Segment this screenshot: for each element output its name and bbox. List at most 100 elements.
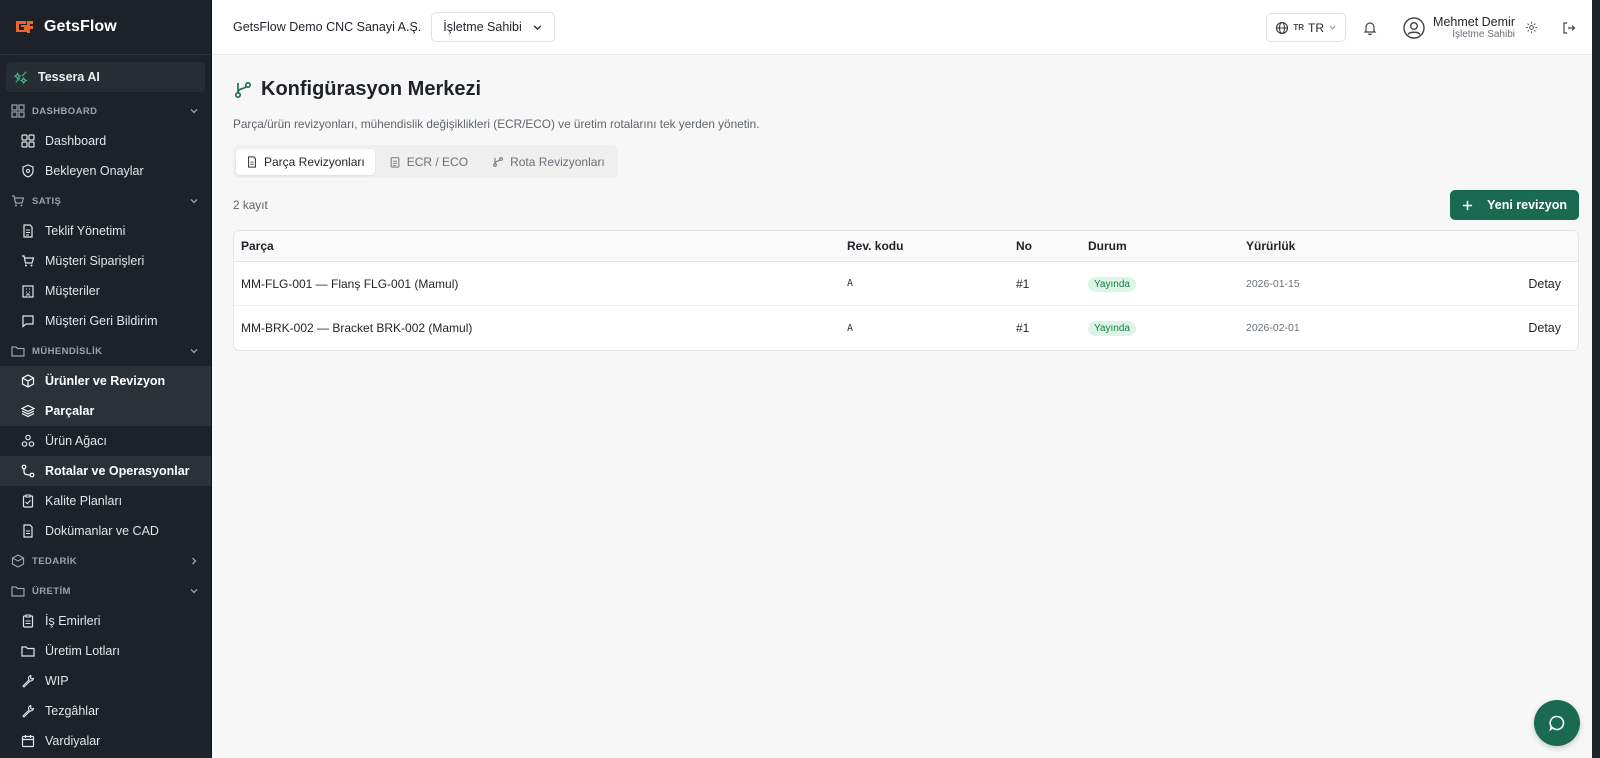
language-code: TR [1308,20,1325,35]
user-menu[interactable]: Mehmet Demir İşletme Sahibi [1403,15,1515,41]
section-procurement[interactable]: TEDARİK [0,546,211,576]
table-row[interactable]: MM-BRK-002 — Bracket BRK-002 (Mamul) A #… [234,306,1578,350]
tab-bar: Parça Revizyonları ECR / ECO Rota Revizy… [233,145,618,178]
sidebar-item-label: İş Emirleri [45,614,101,628]
clipboard-icon [21,614,35,628]
role-select[interactable]: İşletme Sahibi [431,12,555,42]
section-engineering[interactable]: MÜHENDİSLİK [0,336,211,366]
sidebar-item-label: Müşteri Siparişleri [45,254,145,268]
sidebar-item-label: Vardiyalar [45,734,101,748]
column-header-effective[interactable]: Yürürlük [1246,239,1446,253]
tab-part-revisions[interactable]: Parça Revizyonları [236,148,375,175]
sidebar-item-documents[interactable]: Dokümanlar ve CAD [0,516,211,546]
building-icon [21,284,35,298]
table-row[interactable]: MM-FLG-001 — Flanş FLG-001 (Mamul) A #1 … [234,262,1578,306]
sidebar-item-label: Müşteri Geri Bildirim [45,314,158,328]
role-select-value: İşletme Sahibi [443,20,522,34]
route-icon [21,464,35,478]
company-name: GetsFlow Demo CNC Sanayi A.Ş. [233,20,422,34]
sidebar-item-parts[interactable]: Parçalar [0,396,211,426]
cart-icon [11,194,25,208]
sparkle-icon [14,70,28,84]
sidebar-item-work-orders[interactable]: İş Emirleri [0,606,211,636]
sidebar-item-dashboard[interactable]: Dashboard [0,126,211,156]
chevron-right-icon [192,557,197,565]
sidebar-item-label: WIP [45,674,69,688]
page-title: Konfigürasyon Merkezi [261,78,482,100]
section-label: ÜRETİM [32,585,71,597]
detail-link[interactable]: Detay [1528,277,1561,291]
sidebar-item-customer-orders[interactable]: Müşteri Siparişleri [0,246,211,276]
sidebar-item-pending-approvals[interactable]: Bekleyen Onaylar [0,156,211,186]
box-icon [11,554,25,568]
document-icon [21,224,35,238]
section-production[interactable]: ÜRETİM [0,576,211,606]
top-header: GetsFlow Demo CNC Sanayi A.Ş. İşletme Sa… [212,0,1600,55]
header-actions: TR TR Mehmet Demir İşletme Sahibi [1266,0,1600,55]
logout-icon[interactable] [1562,21,1576,35]
bell-icon[interactable] [1362,20,1378,36]
brand[interactable]: GetsFlow [0,0,211,55]
tab-ecr-eco[interactable]: ECR / ECO [379,149,478,175]
wrench-icon [21,674,35,688]
gear-icon[interactable] [1525,21,1538,34]
page-header: Konfigürasyon Merkezi [233,78,481,101]
chat-icon [1549,715,1565,732]
section-sales[interactable]: SATIŞ [0,186,211,216]
sidebar-item-label: Kalite Planları [45,494,123,508]
language-flag-code: TR [1293,23,1305,32]
file-icon [21,524,35,538]
cell-no: #1 [1016,321,1030,335]
sidebar-item-customers[interactable]: Müşteriler [0,276,211,306]
section-dashboard[interactable]: DASHBOARD [0,96,211,126]
section-label: SATIŞ [32,195,62,207]
sidebar-item-label: Teklif Yönetimi [45,224,126,238]
sidebar-item-routes[interactable]: Rotalar ve Operasyonlar [0,456,211,486]
new-revision-label: Yeni revizyon [1487,198,1567,212]
calendar-icon [21,734,35,748]
sidebar-item-machines[interactable]: Tezgâhlar [0,696,211,726]
sidebar-item-quality-plans[interactable]: Kalite Planları [0,486,211,516]
tessera-ai-label: Tessera AI [38,70,100,84]
cell-effective-date: 2026-01-15 [1246,277,1300,290]
tab-label: ECR / ECO [406,154,469,169]
chevron-down-icon [190,109,198,114]
sidebar-item-quotes[interactable]: Teklif Yönetimi [0,216,211,246]
sidebar-item-wip[interactable]: WIP [0,666,211,696]
sidebar-item-production-lots[interactable]: Üretim Lotları [0,636,211,666]
sidebar-item-label: Rotalar ve Operasyonlar [45,464,190,478]
detail-link[interactable]: Detay [1528,321,1561,335]
sidebar-item-feedback[interactable]: Müşteri Geri Bildirim [0,306,211,336]
tab-label: Parça Revizyonları [264,154,365,169]
document-icon [248,155,256,168]
sidebar-item-shifts[interactable]: Vardiyalar [0,726,211,756]
page-subtitle: Parça/ürün revizyonları, mühendislik değ… [233,117,760,131]
globe-icon [1276,21,1289,34]
cell-part: MM-FLG-001 — Flanş FLG-001 (Mamul) [241,276,459,291]
git-branch-icon [234,81,252,98]
brand-logo-icon [16,21,33,33]
tessera-ai-button[interactable]: Tessera AI [6,62,205,92]
column-header-status[interactable]: Durum [1088,239,1246,253]
user-name: Mehmet Demir [1433,14,1515,29]
sidebar-item-label: Üretim Lotları [45,644,121,658]
column-header-rev-code[interactable]: Rev. kodu [847,239,1016,253]
clipboard-icon [390,156,400,168]
cell-no: #1 [1016,276,1030,291]
sidebar-item-products[interactable]: Ürünler ve Revizyon [0,366,211,396]
chevron-down-icon [190,349,198,354]
plus-icon [1463,200,1473,210]
language-select[interactable]: TR TR [1266,13,1347,42]
chat-button[interactable] [1534,700,1580,746]
cell-part: MM-BRK-002 — Bracket BRK-002 (Mamul) [241,321,473,335]
tab-route-revisions[interactable]: Rota Revizyonları [482,149,615,175]
sidebar-item-label: Dashboard [45,134,107,148]
column-header-no[interactable]: No [1016,239,1088,253]
new-revision-button[interactable]: Yeni revizyon [1450,190,1579,220]
sidebar-item-label: Ürünler ve Revizyon [45,374,166,388]
clipboard-check-icon [21,494,35,508]
column-header-part[interactable]: Parça [234,239,847,253]
section-label: TEDARİK [32,555,78,567]
sidebar-item-bom[interactable]: Ürün Ağacı [0,426,211,456]
status-badge: Yayında [1088,321,1136,336]
